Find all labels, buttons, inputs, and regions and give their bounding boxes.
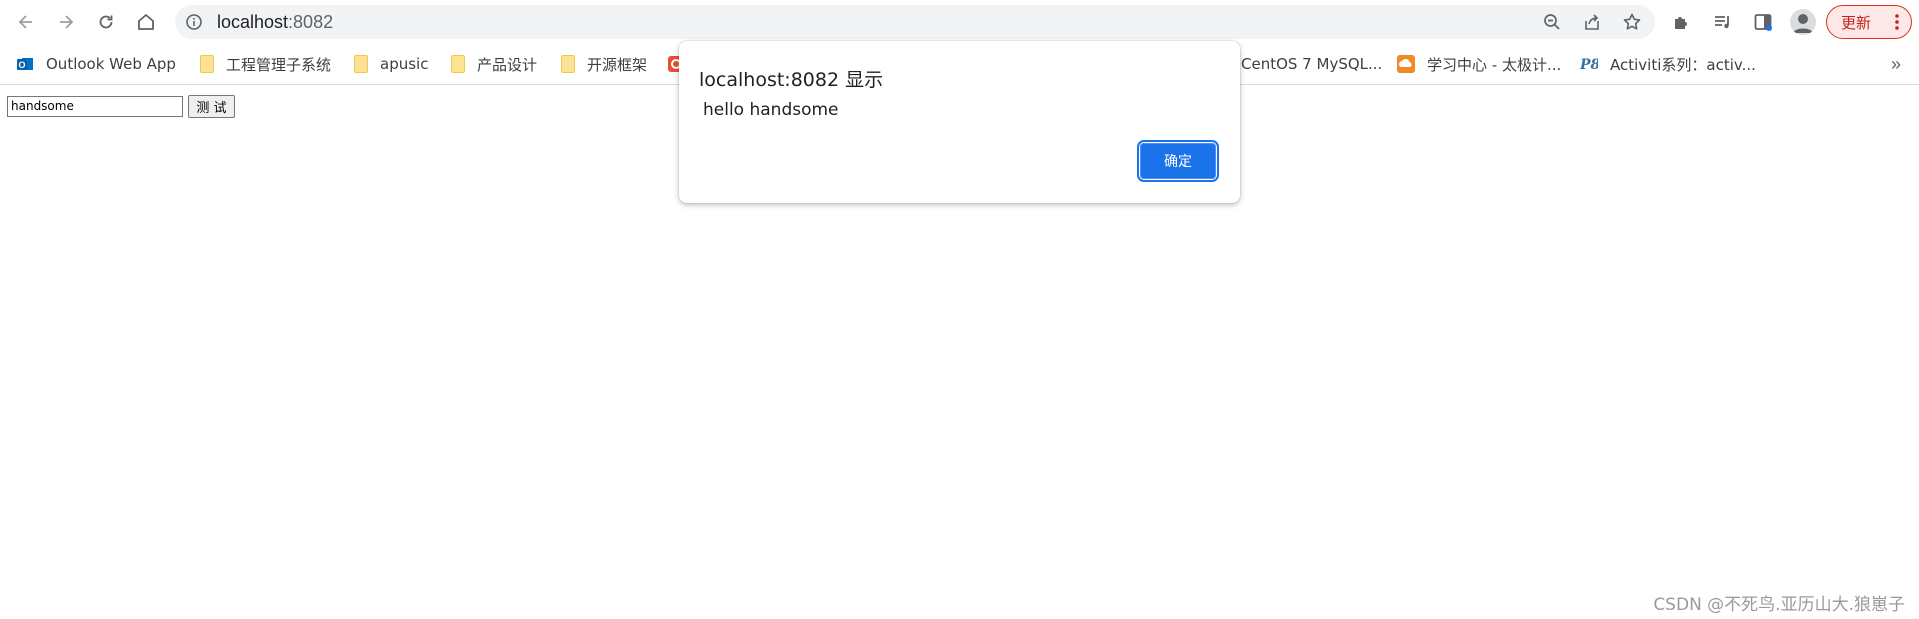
bookmark-label: apusic [380, 55, 429, 73]
reload-button[interactable] [90, 6, 122, 38]
svg-text:P8: P8 [1580, 57, 1598, 73]
bookmark-folder-1[interactable]: 工程管理子系统 [200, 52, 331, 76]
profile-avatar[interactable] [1790, 9, 1816, 35]
extensions-button[interactable] [1670, 10, 1694, 34]
bookmark-learning-center[interactable]: 学习中心 - 太极计... [1397, 52, 1561, 76]
arrow-left-icon [18, 15, 32, 29]
media-list-icon [1715, 16, 1729, 29]
update-button-label: 更新 [1841, 13, 1872, 32]
bookmark-centos[interactable]: CentOS 7 MySQL... [1241, 52, 1382, 76]
cloud-icon [1397, 55, 1415, 73]
arrow-right-icon [60, 15, 74, 29]
forward-button[interactable] [50, 6, 82, 38]
media-button[interactable] [1711, 10, 1735, 34]
puzzle-icon [1675, 17, 1687, 29]
bookmark-star-button[interactable] [1622, 12, 1642, 32]
bookmark-label: 产品设计 [477, 55, 538, 74]
bookmark-folder-4[interactable]: 开源框架 [561, 52, 647, 76]
bookmark-folder-3[interactable]: 产品设计 [451, 52, 537, 76]
bookmark-label: 开源框架 [587, 55, 648, 74]
bookmark-label: CentOS 7 MySQL... [1241, 55, 1383, 73]
folder-icon [451, 55, 465, 73]
address-bar[interactable]: localhost:8082 [175, 5, 1655, 39]
bookmark-outlook[interactable]: O Outlook Web App [16, 52, 176, 76]
zoom-button[interactable] [1542, 12, 1562, 32]
url-host: localhost [217, 12, 289, 32]
update-button[interactable]: 更新 [1826, 5, 1912, 39]
dialog-message: hello handsome [703, 100, 839, 120]
reload-icon [99, 15, 113, 29]
browser-toolbar: localhost:8082 更新 [0, 0, 1919, 44]
bookmark-label: Activiti系列：activ... [1610, 55, 1756, 74]
back-button[interactable] [10, 6, 42, 38]
share-button[interactable] [1582, 12, 1602, 32]
home-icon [138, 13, 154, 30]
info-circle-icon[interactable] [185, 13, 203, 31]
bookmarks-more-button[interactable]: » [1891, 54, 1901, 75]
bookmark-folder-2[interactable]: apusic [354, 52, 428, 76]
outlook-icon: O [17, 58, 33, 70]
svg-text:O: O [18, 60, 25, 70]
folder-icon [354, 55, 368, 73]
share-icon [1585, 14, 1599, 30]
dialog-title: localhost:8082 显示 [699, 69, 884, 91]
side-panel-button[interactable] [1751, 10, 1775, 34]
csdn-watermark: CSDN @不死鸟.亚历山大.狼崽子 [1653, 595, 1905, 615]
side-panel-icon [1754, 14, 1772, 31]
folder-icon [200, 55, 214, 73]
bookmark-activiti[interactable]: P8 Activiti系列：activ... [1580, 52, 1756, 76]
bookmark-label: 工程管理子系统 [226, 55, 332, 74]
kebab-menu-icon [1895, 14, 1899, 30]
url-text: localhost:8082 [217, 13, 333, 31]
star-icon [1623, 13, 1641, 30]
avatar-icon [1793, 14, 1813, 33]
ps-icon: P8 [1580, 57, 1598, 73]
alert-dialog: localhost:8082 显示 hello handsome 确定 [679, 41, 1240, 203]
url-port: :8082 [288, 12, 334, 32]
test-button[interactable]: 测 试 [188, 95, 235, 118]
zoom-out-icon [1544, 14, 1560, 30]
folder-icon [561, 55, 575, 73]
bookmark-label: Outlook Web App [46, 55, 176, 73]
bookmark-label: 学习中心 - 太极计... [1427, 55, 1562, 74]
ok-button[interactable]: 确定 [1137, 140, 1219, 182]
home-button[interactable] [130, 6, 162, 38]
text-input[interactable]: handsome [7, 96, 183, 117]
